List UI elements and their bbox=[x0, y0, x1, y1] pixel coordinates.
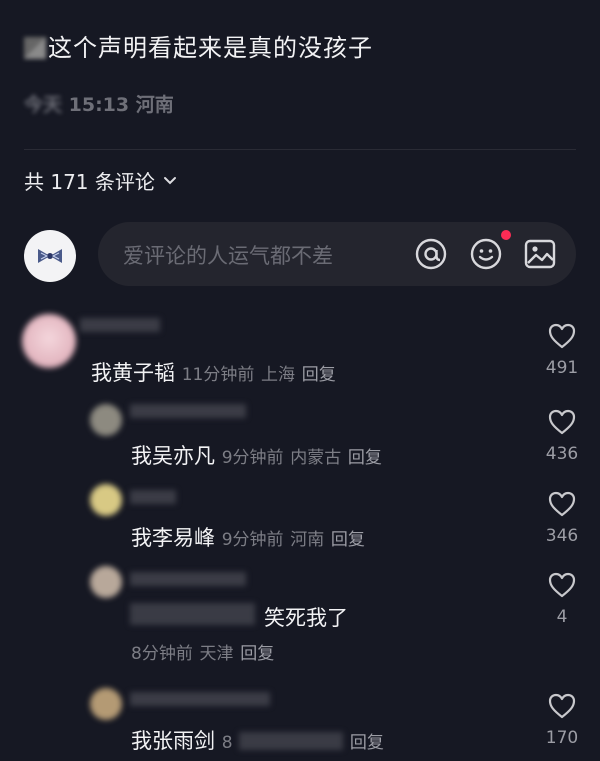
reply-button[interactable]: 回复 bbox=[348, 448, 382, 468]
avatar[interactable] bbox=[90, 566, 122, 598]
heart-icon bbox=[548, 409, 576, 435]
avatar[interactable] bbox=[90, 404, 122, 436]
like-button[interactable]: 436 bbox=[542, 408, 582, 464]
comment-time: 9分钟前 bbox=[221, 530, 284, 550]
reply-button[interactable]: 回复 bbox=[302, 365, 336, 385]
comment-row: 我李易峰 9分钟前 河南 回复 bbox=[131, 522, 365, 552]
chevron-down-icon bbox=[163, 176, 176, 184]
reply-button[interactable]: 回复 bbox=[350, 733, 384, 753]
image-icon[interactable] bbox=[523, 237, 557, 271]
comment-location: 上海 bbox=[261, 365, 296, 385]
commenter-name-redacted bbox=[130, 490, 176, 504]
comment-row: 我吴亦凡 9分钟前 内蒙古 回复 bbox=[131, 440, 382, 470]
comment-text: 我黄子韬 bbox=[91, 361, 175, 385]
like-count: 170 bbox=[545, 728, 579, 748]
notification-dot bbox=[501, 230, 511, 240]
like-count: 436 bbox=[545, 444, 579, 464]
like-button[interactable]: 346 bbox=[542, 490, 582, 546]
comment-text: 我李易峰 bbox=[131, 526, 215, 550]
comment-input[interactable]: 爱评论的人运气都不差 bbox=[98, 222, 576, 286]
heart-icon bbox=[548, 572, 576, 598]
reply-button[interactable]: 回复 bbox=[331, 530, 365, 550]
comment-row: 我黄子韬 11分钟前 上海 回复 bbox=[91, 357, 336, 387]
like-button[interactable]: 170 bbox=[542, 692, 582, 748]
my-avatar[interactable] bbox=[24, 230, 76, 282]
bow-icon bbox=[38, 249, 62, 263]
comment-row: 笑死我了 bbox=[264, 602, 348, 632]
comment-count-toggle[interactable]: 共 171 条评论 bbox=[24, 166, 177, 195]
avatar[interactable] bbox=[90, 688, 122, 720]
comment-location: 天津 bbox=[199, 644, 234, 664]
divider bbox=[24, 149, 576, 150]
redacted-mosaic bbox=[24, 37, 46, 59]
commenter-name-redacted bbox=[80, 318, 160, 332]
comment-location: 内蒙古 bbox=[290, 448, 342, 468]
post-meta: 今天 15:13 河南 bbox=[24, 94, 174, 116]
comment-time: 9分钟前 bbox=[221, 448, 284, 468]
comment-meta-row: 8分钟前 天津 回复 bbox=[131, 639, 274, 664]
comment-text: 我张雨剑 bbox=[131, 729, 215, 753]
comment-text: 我吴亦凡 bbox=[131, 444, 215, 468]
commenter-name-redacted bbox=[130, 572, 246, 586]
comment-time: 8分钟前 bbox=[131, 644, 193, 664]
redacted-text-block bbox=[130, 603, 255, 625]
comment-text: 笑死我了 bbox=[264, 606, 348, 630]
heart-icon bbox=[548, 491, 576, 517]
emoji-icon[interactable] bbox=[469, 237, 503, 271]
comment-input-placeholder: 爱评论的人运气都不差 bbox=[123, 244, 333, 268]
like-count: 4 bbox=[556, 607, 568, 627]
reply-button[interactable]: 回复 bbox=[240, 644, 274, 664]
comment-location: 河南 bbox=[290, 530, 325, 550]
heart-icon bbox=[548, 323, 576, 349]
comment-time: 11分钟前 bbox=[181, 365, 255, 385]
like-count: 491 bbox=[545, 358, 579, 378]
avatar[interactable] bbox=[90, 484, 122, 516]
commenter-name-redacted bbox=[130, 404, 246, 418]
post-text: 这个声明看起来是真的没孩子 bbox=[24, 28, 373, 63]
like-count: 346 bbox=[545, 526, 579, 546]
comment-row: 我张雨剑 8 回复 bbox=[131, 725, 384, 755]
like-button[interactable]: 491 bbox=[542, 322, 582, 378]
heart-icon bbox=[548, 693, 576, 719]
redacted-text-block bbox=[239, 732, 344, 750]
like-button[interactable]: 4 bbox=[542, 571, 582, 627]
avatar[interactable] bbox=[22, 314, 76, 368]
commenter-name-redacted bbox=[130, 692, 270, 706]
at-icon[interactable] bbox=[414, 237, 448, 271]
comment-time: 8 bbox=[221, 733, 233, 753]
